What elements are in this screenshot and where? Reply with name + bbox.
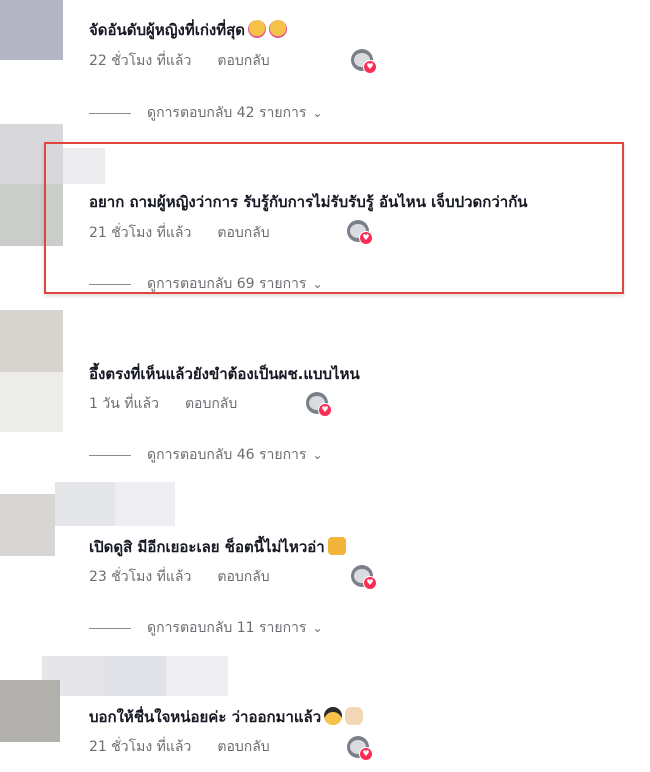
avatar-blur-4b bbox=[55, 482, 115, 526]
comment-text: บอกให้ชื่นใจหน่อยค่ะ ว่าออกมาแล้ว bbox=[89, 705, 364, 729]
comment-text: อยาก ถามผู้หญิงว่าการ รับรู้กับการไม่รับ… bbox=[89, 190, 528, 214]
comment-time: 21 ชั่วโมง ที่แล้ว bbox=[89, 225, 192, 241]
comment-text: จัดอันดับผู้หญิงที่เก่งที่สุด bbox=[89, 18, 288, 42]
comment-text-body: อยาก ถามผู้หญิงว่าการ รับรู้กับการไม่รับ… bbox=[89, 193, 528, 211]
creator-liked-avatar-icon: ♥ bbox=[347, 220, 373, 245]
comment-text-body: อึ้งตรงที่เห็นแล้วยังขำต้องเป็นผช.แบบไหน bbox=[89, 365, 360, 383]
creator-liked-avatar-icon: ♥ bbox=[351, 49, 377, 74]
comment-meta: 21 ชั่วโมง ที่แล้ว ตอบกลับ bbox=[89, 222, 270, 244]
creator-liked-avatar-icon: ♥ bbox=[347, 736, 373, 761]
view-replies-label: ดูการตอบกลับ 46 รายการ bbox=[147, 447, 307, 463]
comment-text: เปิดดูสิ มีอีกเยอะเลย ช็อตนี้ไม่ไหวอ่า bbox=[89, 535, 346, 559]
comment-text-body: บอกให้ชื่นใจหน่อยค่ะ ว่าออกมาแล้ว bbox=[89, 708, 322, 726]
view-replies-button[interactable]: ดูการตอบกลับ 69 รายการ ⌄ bbox=[89, 273, 323, 295]
comment-meta: 22 ชั่วโมง ที่แล้ว ตอบกลับ bbox=[89, 50, 270, 72]
creator-liked-avatar-icon: ♥ bbox=[351, 565, 377, 590]
comment-meta: 21 ชั่วโมง ที่แล้ว ตอบกลับ bbox=[89, 736, 270, 758]
comment-time: 23 ชั่วโมง ที่แล้ว bbox=[89, 569, 192, 585]
comment-meta: 1 วัน ที่แล้ว ตอบกลับ bbox=[89, 393, 237, 415]
comment-text: อึ้งตรงที่เห็นแล้วยังขำต้องเป็นผช.แบบไหน bbox=[89, 362, 360, 386]
avatar-blur-5d bbox=[0, 680, 60, 742]
view-replies-button[interactable]: ดูการตอบกลับ 46 รายการ ⌄ bbox=[89, 444, 323, 466]
chevron-down-icon: ⌄ bbox=[312, 277, 323, 291]
avatar-blur-4 bbox=[0, 494, 55, 556]
reply-button[interactable]: ตอบกลับ bbox=[217, 566, 269, 588]
crying-cat-icon bbox=[327, 537, 346, 555]
highlight-box bbox=[44, 142, 624, 294]
comment-time: 22 ชั่วโมง ที่แล้ว bbox=[89, 53, 192, 69]
avatar-blur-1 bbox=[0, 0, 63, 60]
comment-text-body: จัดอันดับผู้หญิงที่เก่งที่สุด bbox=[89, 21, 246, 39]
reply-button[interactable]: ตอบกลับ bbox=[217, 50, 269, 72]
view-replies-label: ดูการตอบกลับ 42 รายการ bbox=[147, 105, 307, 121]
chevron-down-icon: ⌄ bbox=[312, 621, 323, 635]
reply-button[interactable]: ตอบกลับ bbox=[217, 222, 269, 244]
comment-time: 1 วัน ที่แล้ว bbox=[89, 396, 159, 412]
smiling-face-with-sunglasses-icon bbox=[324, 707, 343, 725]
divider-line bbox=[89, 112, 131, 114]
victory-hand-icon bbox=[345, 707, 364, 725]
reply-button[interactable]: ตอบกลับ bbox=[185, 393, 237, 415]
divider-line bbox=[89, 627, 131, 629]
divider-line bbox=[89, 454, 131, 456]
creator-liked-avatar-icon: ♥ bbox=[306, 392, 332, 417]
avatar-blur-3 bbox=[0, 310, 63, 372]
comment-text-body: เปิดดูสิ มีอีกเยอะเลย ช็อตนี้ไม่ไหวอ่า bbox=[89, 538, 325, 556]
view-replies-button[interactable]: ดูการตอบกลับ 11 รายการ ⌄ bbox=[89, 617, 323, 639]
view-replies-button[interactable]: ดูการตอบกลับ 42 รายการ ⌄ bbox=[89, 102, 323, 124]
chevron-down-icon: ⌄ bbox=[312, 448, 323, 462]
view-replies-label: ดูการตอบกลับ 69 รายการ bbox=[147, 276, 307, 292]
smiling-face-with-hearts-icon bbox=[269, 20, 288, 38]
avatar-blur-5c bbox=[166, 656, 228, 696]
view-replies-label: ดูการตอบกลับ 11 รายการ bbox=[147, 620, 307, 636]
smiling-face-with-hearts-icon bbox=[248, 20, 267, 38]
avatar-blur-4c bbox=[115, 482, 175, 526]
comment-meta: 23 ชั่วโมง ที่แล้ว ตอบกลับ bbox=[89, 566, 270, 588]
avatar-blur-3b bbox=[0, 372, 63, 432]
chevron-down-icon: ⌄ bbox=[312, 106, 323, 120]
divider-line bbox=[89, 283, 131, 285]
avatar-blur-5b bbox=[104, 656, 166, 696]
comment-time: 21 ชั่วโมง ที่แล้ว bbox=[89, 739, 192, 755]
reply-button[interactable]: ตอบกลับ bbox=[217, 736, 269, 758]
